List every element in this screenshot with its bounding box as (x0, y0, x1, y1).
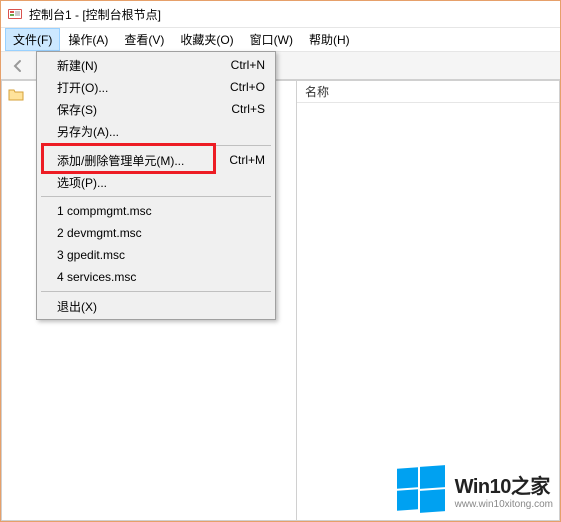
menu-separator (41, 291, 271, 292)
menu-separator (41, 145, 271, 146)
shortcut-text: Ctrl+O (230, 80, 265, 94)
shortcut-text: Ctrl+N (231, 58, 265, 72)
menu-save-as[interactable]: 另存为(A)... (39, 120, 273, 142)
menu-add-remove-snapin[interactable]: 添加/删除管理单元(M)... Ctrl+M (39, 149, 273, 171)
menu-window[interactable]: 窗口(W) (242, 28, 301, 51)
back-arrow-icon (11, 59, 25, 73)
list-header: 名称 (297, 81, 559, 103)
menu-bar: 文件(F) 操作(A) 查看(V) 收藏夹(O) 窗口(W) 帮助(H) (1, 28, 560, 52)
menu-recent-1[interactable]: 1 compmgmt.msc (39, 200, 273, 222)
menu-help[interactable]: 帮助(H) (301, 28, 358, 51)
column-name[interactable]: 名称 (305, 83, 329, 100)
watermark: Win10之家 www.win10xitong.com (397, 466, 553, 514)
menu-new[interactable]: 新建(N) Ctrl+N (39, 54, 273, 76)
list-pane[interactable]: 名称 Win10之家 www.win10xitong.com (296, 80, 560, 521)
shortcut-text: Ctrl+S (231, 102, 265, 116)
file-menu-dropdown: 新建(N) Ctrl+N 打开(O)... Ctrl+O 保存(S) Ctrl+… (36, 51, 276, 320)
back-button[interactable] (7, 55, 29, 77)
menu-options[interactable]: 选项(P)... (39, 171, 273, 193)
mmc-window: 控制台1 - [控制台根节点] 文件(F) 操作(A) 查看(V) 收藏夹(O)… (0, 0, 561, 522)
mmc-app-icon (7, 6, 23, 22)
menu-action[interactable]: 操作(A) (60, 28, 116, 51)
menu-recent-4[interactable]: 4 services.msc (39, 266, 273, 288)
title-bar: 控制台1 - [控制台根节点] (1, 1, 560, 28)
menu-separator (41, 196, 271, 197)
menu-favorites[interactable]: 收藏夹(O) (172, 28, 241, 51)
watermark-text: Win10之家 www.win10xitong.com (455, 470, 553, 510)
menu-open[interactable]: 打开(O)... Ctrl+O (39, 76, 273, 98)
menu-save[interactable]: 保存(S) Ctrl+S (39, 98, 273, 120)
menu-recent-2[interactable]: 2 devmgmt.msc (39, 222, 273, 244)
menu-file[interactable]: 文件(F) (5, 28, 60, 51)
shortcut-text: Ctrl+M (229, 153, 265, 167)
title-text: 控制台1 - [控制台根节点] (29, 6, 161, 23)
menu-exit[interactable]: 退出(X) (39, 295, 273, 317)
menu-view[interactable]: 查看(V) (116, 28, 172, 51)
watermark-url: www.win10xitong.com (455, 499, 553, 510)
windows-logo-icon (397, 466, 445, 514)
folder-icon (8, 87, 24, 101)
menu-recent-3[interactable]: 3 gpedit.msc (39, 244, 273, 266)
watermark-title: Win10之家 (455, 470, 553, 499)
